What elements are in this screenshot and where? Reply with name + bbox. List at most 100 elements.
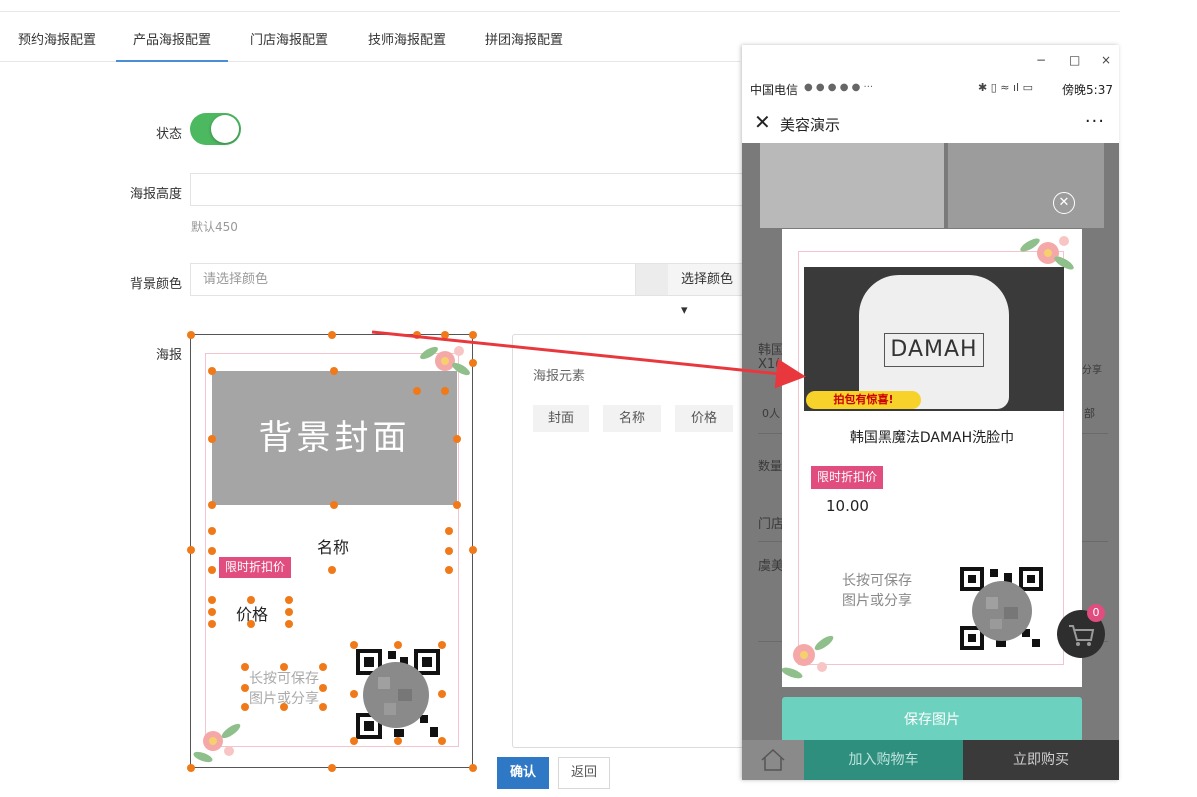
flower-decoration-bottom-icon bbox=[782, 635, 834, 679]
resize-handle[interactable] bbox=[319, 684, 327, 692]
home-icon[interactable] bbox=[742, 740, 804, 780]
element-chip-cover[interactable]: 封面 bbox=[533, 405, 589, 432]
resize-handle[interactable] bbox=[241, 703, 249, 711]
resize-handle[interactable] bbox=[469, 359, 477, 367]
resize-handle[interactable] bbox=[187, 764, 195, 772]
poster-label: 海报 bbox=[155, 348, 182, 363]
buy-now-button[interactable]: 立即购买 bbox=[963, 740, 1119, 780]
add-to-cart-button[interactable]: 加入购物车 bbox=[804, 740, 963, 780]
resize-handle[interactable] bbox=[413, 331, 421, 339]
resize-handle[interactable] bbox=[469, 331, 477, 339]
resize-handle[interactable] bbox=[438, 690, 446, 698]
bg-sold: 0人 bbox=[762, 407, 780, 420]
resize-handle[interactable] bbox=[285, 620, 293, 628]
element-chip-name[interactable]: 名称 bbox=[603, 405, 661, 432]
bg-color-input[interactable]: 请选择颜色 bbox=[190, 263, 636, 296]
resize-handle[interactable] bbox=[441, 331, 449, 339]
resize-handle[interactable] bbox=[208, 501, 216, 509]
resize-handle[interactable] bbox=[208, 620, 216, 628]
promo-banner: 拍包有惊喜! bbox=[806, 391, 921, 409]
resize-handle[interactable] bbox=[350, 737, 358, 745]
resize-handle[interactable] bbox=[328, 764, 336, 772]
resize-handle[interactable] bbox=[208, 608, 216, 616]
resize-handle[interactable] bbox=[208, 527, 216, 535]
resize-handle[interactable] bbox=[241, 684, 249, 692]
tab-appointment-poster[interactable]: 预约海报配置 bbox=[18, 24, 96, 62]
resize-handle[interactable] bbox=[441, 387, 449, 395]
resize-handle[interactable] bbox=[445, 566, 453, 574]
poster-config-tabs: 预约海报配置 产品海报配置 门店海报配置 技师海报配置 拼团海报配置 bbox=[0, 24, 740, 62]
resize-handle[interactable] bbox=[319, 663, 327, 671]
poster-editor-canvas[interactable]: 背景封面 名称 限时折扣价 价格 长按可保存 图片或分享 bbox=[187, 331, 477, 772]
tab-store-poster[interactable]: 门店海报配置 bbox=[250, 24, 328, 62]
phone-status-bar: 中国电信 ● ● ● ● ● ··· ✱ ▯ ≈ ıl ▭ 傍晚5:37 bbox=[742, 75, 1119, 103]
signal-battery-icon: ✱ ▯ ≈ ıl ▭ bbox=[978, 81, 1033, 94]
bg-store-name: 虞美 bbox=[758, 559, 785, 574]
product-thumb bbox=[760, 143, 944, 228]
qr-code-element[interactable] bbox=[354, 645, 442, 743]
save-image-button[interactable]: 保存图片 bbox=[782, 697, 1082, 744]
tab-group-poster[interactable]: 拼团海报配置 bbox=[485, 24, 563, 62]
resize-handle[interactable] bbox=[208, 547, 216, 555]
resize-handle[interactable] bbox=[241, 663, 249, 671]
resize-handle[interactable] bbox=[453, 501, 461, 509]
resize-handle[interactable] bbox=[438, 641, 446, 649]
element-chip-price[interactable]: 价格 bbox=[675, 405, 733, 432]
resize-handle[interactable] bbox=[208, 596, 216, 604]
resize-handle[interactable] bbox=[394, 641, 402, 649]
resize-handle[interactable] bbox=[469, 764, 477, 772]
tab-product-poster[interactable]: 产品海报配置 bbox=[116, 24, 228, 62]
resize-handle[interactable] bbox=[280, 703, 288, 711]
resize-handle[interactable] bbox=[187, 546, 195, 554]
discount-badge-element[interactable]: 限时折扣价 bbox=[219, 557, 292, 578]
bg-color-swatch bbox=[636, 263, 668, 296]
maximize-button[interactable]: □ bbox=[1069, 53, 1080, 67]
resize-handle[interactable] bbox=[187, 331, 195, 339]
resize-handle[interactable] bbox=[330, 501, 338, 509]
resize-handle[interactable] bbox=[208, 367, 216, 375]
confirm-button[interactable]: 确认 bbox=[497, 757, 549, 789]
resize-handle[interactable] bbox=[453, 435, 461, 443]
resize-handle[interactable] bbox=[280, 663, 288, 671]
product-thumb bbox=[948, 143, 1104, 228]
resize-handle[interactable] bbox=[394, 737, 402, 745]
bg-item-title: 韩国 bbox=[758, 343, 785, 358]
clock-text: 傍晚5:37 bbox=[1062, 83, 1113, 97]
status-toggle[interactable] bbox=[190, 113, 241, 145]
choose-color-button[interactable]: 选择颜色 ▾ bbox=[668, 263, 743, 318]
resize-handle[interactable] bbox=[247, 620, 255, 628]
resize-handle[interactable] bbox=[208, 435, 216, 443]
close-icon[interactable]: ✕ bbox=[754, 110, 771, 134]
choose-color-label: 选择颜色 bbox=[681, 272, 734, 287]
resize-handle[interactable] bbox=[285, 596, 293, 604]
minimize-button[interactable]: − bbox=[1036, 53, 1046, 67]
resize-handle[interactable] bbox=[285, 608, 293, 616]
resize-handle[interactable] bbox=[328, 566, 336, 574]
toggle-knob bbox=[211, 115, 239, 143]
resize-handle[interactable] bbox=[350, 641, 358, 649]
resize-handle[interactable] bbox=[330, 367, 338, 375]
poster-preview-card: DAMAH 拍包有惊喜! 韩国黑魔法DAMAH洗脸巾 限时折扣价 10.00 长… bbox=[782, 229, 1082, 687]
resize-handle[interactable] bbox=[438, 737, 446, 745]
back-button[interactable]: 返回 bbox=[558, 757, 610, 789]
close-window-button[interactable]: × bbox=[1101, 53, 1111, 67]
qr-code bbox=[960, 567, 1043, 650]
phone-nav-bar: ✕ 美容演示 ··· bbox=[742, 103, 1119, 143]
resize-handle[interactable] bbox=[445, 527, 453, 535]
resize-handle[interactable] bbox=[445, 547, 453, 555]
phone-bottom-bar: 加入购物车 立即购买 bbox=[742, 740, 1119, 780]
more-icon[interactable]: ··· bbox=[1085, 111, 1105, 132]
resize-handle[interactable] bbox=[328, 331, 336, 339]
home-glyph-icon bbox=[761, 748, 785, 771]
resize-handle[interactable] bbox=[350, 690, 358, 698]
name-element[interactable]: 名称 bbox=[317, 534, 349, 558]
resize-handle[interactable] bbox=[413, 387, 421, 395]
modal-close-icon[interactable]: ✕ bbox=[1053, 192, 1075, 214]
resize-handle[interactable] bbox=[469, 546, 477, 554]
top-divider bbox=[0, 11, 1120, 12]
resize-handle[interactable] bbox=[208, 566, 216, 574]
resize-handle[interactable] bbox=[247, 596, 255, 604]
tab-technician-poster[interactable]: 技师海报配置 bbox=[368, 24, 446, 62]
resize-handle[interactable] bbox=[319, 703, 327, 711]
poster-height-input[interactable] bbox=[190, 173, 743, 206]
